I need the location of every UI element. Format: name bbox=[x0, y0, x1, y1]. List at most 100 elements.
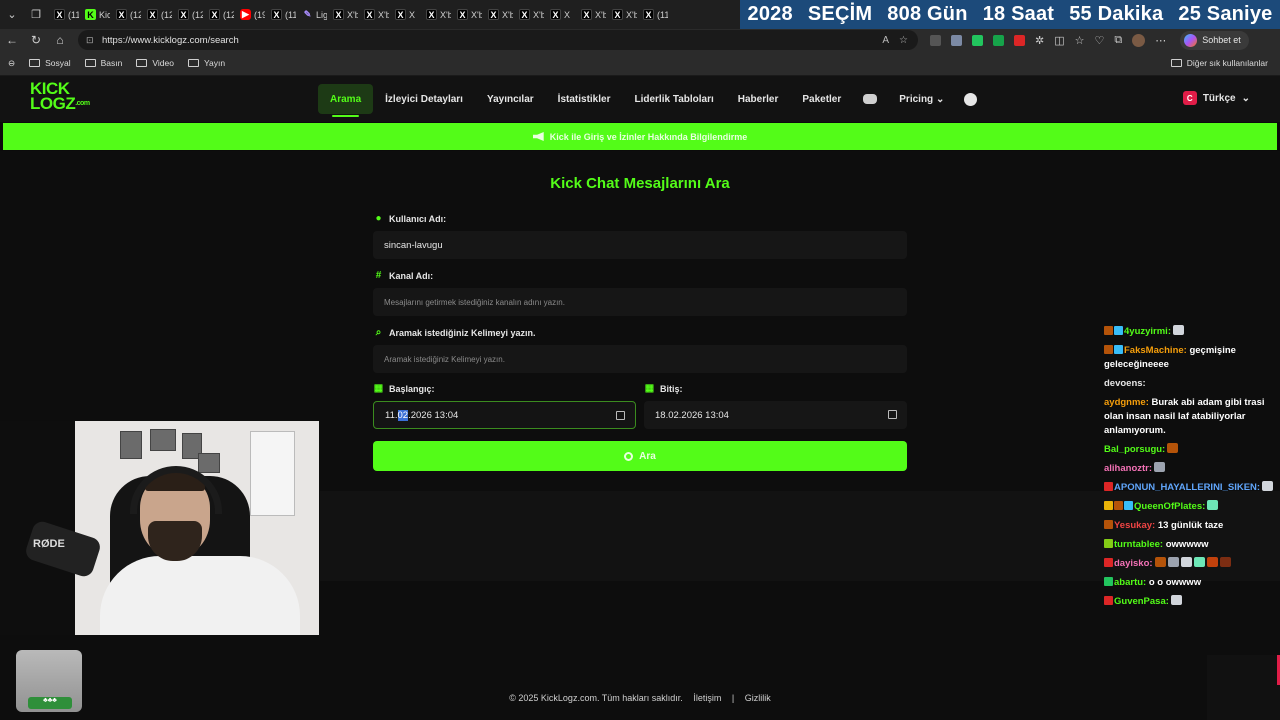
x-icon: X bbox=[54, 9, 65, 20]
nav-pricing[interactable]: Pricing ⌄ bbox=[887, 84, 956, 114]
x-icon: X bbox=[612, 9, 623, 20]
browser-tab[interactable]: X X'b bbox=[420, 4, 451, 26]
profile-avatar[interactable] bbox=[1132, 33, 1146, 47]
home-icon[interactable]: ⌂ bbox=[48, 29, 72, 51]
footer-link-privacy[interactable]: Gizlilik bbox=[745, 693, 771, 703]
browser-tab[interactable]: X (12 bbox=[110, 4, 141, 26]
username-input[interactable]: sincan-lavugu bbox=[373, 231, 907, 259]
calendar-picker-icon[interactable] bbox=[616, 411, 625, 420]
nav-statistics[interactable]: İstatistikler bbox=[546, 84, 623, 114]
x-icon: X bbox=[209, 9, 220, 20]
chat-badge-icon bbox=[1104, 558, 1113, 567]
extensions-puzzle-icon[interactable]: ✲ bbox=[1035, 34, 1044, 47]
chat-username: turntablee: bbox=[1114, 539, 1164, 550]
browser-tab[interactable]: X (11 bbox=[48, 4, 79, 26]
browser-tab[interactable]: XX bbox=[389, 4, 420, 26]
nav-search[interactable]: Arama bbox=[318, 84, 374, 117]
kick-icon: K bbox=[85, 9, 96, 20]
nav-streamers[interactable]: Yayıncılar bbox=[475, 84, 546, 114]
x-icon: X bbox=[333, 9, 344, 20]
browser-tab[interactable]: X (12 bbox=[172, 4, 203, 26]
address-bar[interactable]: ⊡ https://www.kicklogz.com/search A ☆ bbox=[78, 30, 918, 50]
tab-title: X'b bbox=[533, 9, 544, 20]
extension-icon[interactable] bbox=[972, 34, 983, 46]
screenshot-icon[interactable]: ⧉ bbox=[1114, 34, 1122, 47]
nav-news[interactable]: Haberler bbox=[726, 84, 791, 114]
more-menu-icon[interactable]: ⋯ bbox=[1155, 34, 1166, 47]
chat-emote-icon bbox=[1219, 557, 1231, 567]
back-icon[interactable]: ← bbox=[0, 29, 24, 51]
browser-tab[interactable]: X (12 bbox=[141, 4, 172, 26]
keyword-input[interactable]: Aramak istediğiniz Kelimeyi yazın. bbox=[373, 345, 907, 373]
read-aloud-icon[interactable]: A bbox=[882, 35, 889, 46]
extension-icon[interactable] bbox=[1014, 34, 1025, 46]
end-date-input[interactable]: 18.02.2026 13:04 bbox=[644, 401, 907, 429]
split-screen-icon[interactable]: ◫ bbox=[1054, 34, 1064, 47]
folder-icon bbox=[1170, 59, 1182, 67]
tab-title: X bbox=[409, 9, 416, 20]
language-selector[interactable]: C Türkçe ⌄ bbox=[1182, 91, 1250, 105]
chat-badge-icon bbox=[1104, 501, 1113, 510]
browser-essentials-icon[interactable]: ♡ bbox=[1095, 34, 1105, 47]
browser-tab[interactable]: X (11 bbox=[637, 4, 668, 26]
user-account-icon[interactable] bbox=[964, 92, 978, 106]
site-info-icon[interactable]: ⊡ bbox=[86, 35, 96, 46]
browser-tab[interactable]: X X'b bbox=[327, 4, 358, 26]
bookmark-folder-sosyal[interactable]: Sosyal bbox=[29, 58, 71, 68]
start-date-input[interactable]: 11. 02.2026 13:04 bbox=[373, 401, 636, 429]
browser-tab[interactable]: X X'b bbox=[451, 4, 482, 26]
tab-title: X'b bbox=[595, 9, 606, 20]
discord-icon[interactable] bbox=[863, 94, 878, 104]
browser-tab[interactable]: XX bbox=[544, 4, 575, 26]
bookmark-label: Basın bbox=[100, 58, 123, 68]
kicklogz-logo[interactable]: KICK LOGZ.com bbox=[30, 80, 92, 117]
browser-toolbar: ← ↻ ⌂ ⊡ https://www.kicklogz.com/search … bbox=[0, 29, 1280, 51]
extension-icon[interactable] bbox=[993, 34, 1004, 46]
announcement-banner[interactable]: Kick ile Giriş ve İzinler Hakkında Bilgi… bbox=[3, 123, 1277, 150]
favorites-icon[interactable]: ☆ bbox=[1075, 34, 1085, 47]
chat-username: FaksMachine: bbox=[1124, 345, 1187, 356]
refresh-icon[interactable]: ↻ bbox=[24, 29, 48, 51]
browser-tab[interactable]: ✎ Lig bbox=[296, 4, 327, 26]
nav-packages[interactable]: Paketler bbox=[790, 84, 853, 114]
bookmark-folder-yayin[interactable]: Yayın bbox=[187, 58, 225, 68]
bookmarks-toggle-icon[interactable]: ⊖ bbox=[8, 58, 15, 69]
stream-chat-overlay: 4yuzyirmi: FaksMachine: geçmişine geleceğ… bbox=[1104, 325, 1276, 614]
tab-actions-chevron-icon[interactable]: ⌄ bbox=[0, 4, 24, 26]
browser-tab[interactable]: ▶ (19 bbox=[234, 4, 265, 26]
bookmark-folder-video[interactable]: Video bbox=[136, 58, 174, 68]
extension-icon[interactable] bbox=[930, 34, 941, 46]
browser-tab[interactable]: X (11 bbox=[265, 4, 296, 26]
copilot-chat-button[interactable]: Sohbet et bbox=[1180, 30, 1249, 50]
workspaces-icon[interactable]: ❐ bbox=[24, 4, 48, 26]
browser-tab[interactable]: X X'b bbox=[482, 4, 513, 26]
chat-username: APONUN_HAYALLERINI_SIKEN: bbox=[1114, 482, 1261, 493]
copilot-chat-label: Sohbet et bbox=[1202, 35, 1241, 45]
browser-tab[interactable]: X (12 bbox=[203, 4, 234, 26]
chat-badge-icon bbox=[1104, 345, 1113, 354]
channel-input[interactable]: Mesajlarını getirmek istediğiniz kanalın… bbox=[373, 288, 907, 316]
browser-tab[interactable]: X X'b bbox=[513, 4, 544, 26]
footer-link-contact[interactable]: İletişim bbox=[693, 693, 721, 703]
browser-tab[interactable]: X X'b bbox=[358, 4, 389, 26]
chat-emote-icon bbox=[1173, 325, 1184, 335]
browser-tab[interactable]: X X'b bbox=[606, 4, 637, 26]
extension-icon[interactable] bbox=[951, 34, 962, 46]
chat-badge-icon bbox=[1104, 520, 1113, 529]
pen-icon: ✎ bbox=[303, 9, 312, 19]
nav-viewer-details[interactable]: İzleyici Detayları bbox=[373, 84, 475, 114]
browser-tab[interactable]: X X'b bbox=[575, 4, 606, 26]
search-button[interactable]: Ara bbox=[373, 441, 907, 471]
browser-tab[interactable]: K Kic bbox=[79, 4, 110, 26]
user-icon: ● bbox=[375, 213, 382, 224]
bookmark-folder-basin[interactable]: Basın bbox=[84, 58, 123, 68]
chat-message: Bal_porsugu: bbox=[1104, 443, 1276, 457]
chat-badge-icon bbox=[1104, 596, 1113, 605]
other-favorites[interactable]: Diğer sık kullanılanlar bbox=[1170, 58, 1268, 68]
favorite-star-icon[interactable]: ☆ bbox=[899, 35, 908, 46]
chat-message: dayisko: bbox=[1104, 557, 1276, 571]
nav-leaderboards[interactable]: Liderlik Tabloları bbox=[622, 84, 725, 114]
tab-title: X'b bbox=[347, 9, 358, 20]
calendar-picker-icon[interactable] bbox=[888, 410, 897, 419]
tab-title: (12 bbox=[192, 9, 203, 20]
